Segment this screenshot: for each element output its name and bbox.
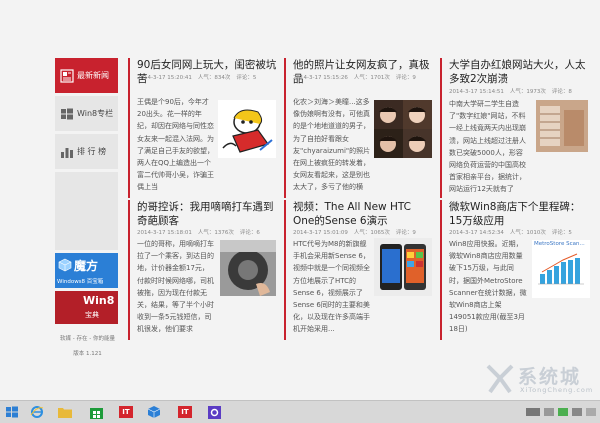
slogan-text: 软媒 - 存在 - 你的能量 — [60, 336, 115, 342]
sidebar-item-win8-column[interactable]: Win8专栏 — [55, 96, 118, 131]
article-title: 90后女同网上玩大，闺密被坑苦 — [137, 59, 277, 85]
article-date: 2014-3-17 14:52:34 — [449, 230, 504, 236]
article-summary: 化农＞刘海＞美瞳...这多像伪娘啊有没有，可他真的是个地地道道的男子，为了自拍好… — [293, 98, 371, 192]
bar-chart-icon — [60, 145, 74, 159]
article-views: 人气：1376次 — [197, 230, 234, 236]
internet-explorer-button[interactable] — [27, 403, 47, 421]
article-views: 人气：1701次 — [353, 75, 390, 81]
article-views: 人气：834次 — [197, 75, 231, 81]
article-meta: 2014-3-17 15:15:26 人气：1701次 评论：9 — [293, 73, 422, 81]
article-thumbnail — [220, 240, 276, 296]
article-thumbnail — [374, 238, 432, 296]
tile-title: 魔方 — [74, 259, 99, 273]
article-meta: 2014-3-17 14:52:34 人气：1010次 评论：5 — [449, 228, 578, 236]
file-explorer-button[interactable] — [55, 403, 75, 421]
article-card[interactable]: 视频：The All New HTC One的Sense 6演示 2014-3-… — [284, 200, 436, 340]
sidebar-item-label: 排 行 榜 — [77, 147, 107, 156]
tile-title: Win8 — [83, 294, 115, 307]
article-thumbnail — [218, 100, 276, 158]
article-comments: 评论：6 — [239, 230, 260, 236]
article-comments: 评论：9 — [395, 75, 416, 81]
version-text: 版本 1.121 — [73, 351, 102, 357]
network-icon[interactable] — [558, 408, 568, 416]
mofang-app-tile[interactable]: 魔方 Windows8 百宝箱 — [55, 253, 118, 288]
store-button[interactable] — [86, 403, 106, 421]
watermark-text: 系统城 — [518, 366, 582, 388]
article-summary: HTC代号为M8的新旗舰手机会采用新Sense 6，视频中就是一个同视频全方位地… — [293, 240, 370, 334]
article-thumbnail: MetroStore Scan... — [532, 240, 590, 298]
article-card[interactable]: 90后女同网上玩大，闺密被坑苦 2014-3-17 15:20:41 人气：834… — [128, 58, 280, 198]
article-summary: 一位的哥称，用嘀嘀打车拉了一个乘客，到达目的地，计价器金额17元，付款时时候网络… — [137, 240, 214, 334]
article-comments: 评论：8 — [551, 89, 572, 95]
site-watermark: 系统城 XiTongCheng.com — [480, 360, 600, 400]
article-card[interactable]: 微软Win8商店下个里程碑：15万级应用 2014-3-17 14:52:34 人… — [440, 200, 592, 340]
keyboard-icon[interactable] — [526, 408, 540, 416]
tile-subtitle: Windows8 百宝箱 — [57, 279, 104, 285]
article-meta: 2014-3-17 15:20:41 人气：834次 评论：5 — [137, 73, 262, 81]
article-meta: 2014-3-17 15:18:01 人气：1376次 评论：6 — [137, 228, 266, 236]
store-icon — [89, 407, 103, 419]
windows-logo-icon — [60, 107, 74, 121]
settings-icon — [207, 405, 221, 419]
taskbar: IT IT — [0, 400, 600, 423]
article-comments: 评论：5 — [551, 230, 572, 236]
article-title: 他的照片让女网友疯了，真极品 — [293, 59, 430, 85]
article-views: 人气：1973次 — [509, 89, 546, 95]
article-date: 2014-3-17 15:14:51 — [449, 89, 504, 95]
article-comments: 评论：5 — [236, 75, 257, 81]
win8-guide-tile[interactable]: Win8 宝典 — [55, 291, 118, 324]
article-card[interactable]: 他的照片让女网友疯了，真极品 2014-3-17 15:15:26 人气：1701… — [284, 58, 436, 198]
sidebar-item-label: Win8专栏 — [77, 109, 114, 118]
system-tray — [522, 405, 596, 419]
start-button[interactable] — [2, 403, 22, 421]
cube-icon — [147, 406, 161, 418]
article-summary: 中南大学研二学生自造了"数字红娘"网站，不料一经上线竟两天内出现崩溃，网站上线超… — [449, 100, 526, 194]
article-card[interactable]: 的哥控诉：我用嘀嘀打车遇到奇葩顾客 2014-3-17 15:18:01 人气：1… — [128, 200, 280, 340]
app-window: 最新新闻 Win8专栏 排 行 榜 魔方 Windows8 百宝箱 Win8 宝… — [0, 0, 600, 400]
article-card[interactable]: 大学自办红娘网站大火，人太多致2次崩溃 2014-3-17 15:14:51 人气… — [440, 58, 592, 198]
tile-subtitle: 宝典 — [85, 311, 99, 319]
settings-button[interactable] — [204, 403, 224, 421]
article-thumbnail — [374, 100, 432, 158]
article-title: 大学自办红娘网站大火，人太多致2次崩溃 — [449, 59, 586, 85]
article-meta: 2014-3-17 15:14:51 人气：1973次 评论：8 — [449, 87, 578, 95]
sidebar-item-ranking[interactable]: 排 行 榜 — [55, 134, 118, 169]
battery-icon[interactable] — [586, 408, 596, 416]
article-date: 2014-3-17 15:20:41 — [137, 75, 192, 81]
sidebar-blank-area — [55, 172, 118, 250]
windows-logo-icon — [6, 406, 18, 418]
folder-icon — [58, 408, 72, 418]
ie-icon — [30, 406, 44, 418]
watermark-url: XiTongCheng.com — [520, 386, 594, 394]
cube-icon — [58, 258, 72, 272]
article-summary: 王偶是个90后，今年才20出头。花一样的年纪，却因在网络与同性恋女友来一起混入法… — [137, 98, 214, 192]
ithome-button[interactable]: IT — [116, 403, 136, 421]
ithome-icon: IT — [119, 406, 133, 418]
article-comments: 评论：9 — [395, 230, 416, 236]
watermark-logo-icon — [486, 364, 514, 394]
sidebar-item-label: 最新新闻 — [77, 71, 109, 80]
article-date: 2014-3-17 15:01:09 — [293, 230, 348, 236]
action-center-icon[interactable] — [544, 408, 554, 416]
ruanmei-icon: IT — [178, 406, 192, 418]
article-title: 的哥控诉：我用嘀嘀打车遇到奇葩顾客 — [137, 201, 274, 227]
volume-icon[interactable] — [572, 408, 582, 416]
article-summary: Win8应用快报。近期，微软Win8商店应用数量破下15万级，与此同时，据国外M… — [449, 240, 527, 334]
article-views: 人气：1065次 — [353, 230, 390, 236]
ruanmei-button[interactable]: IT — [175, 403, 195, 421]
article-title: 微软Win8商店下个里程碑：15万级应用 — [449, 201, 581, 227]
article-meta: 2014-3-17 15:01:09 人气：1065次 评论：9 — [293, 228, 422, 236]
mofang-button[interactable] — [144, 403, 164, 421]
article-thumbnail — [536, 100, 588, 152]
newspaper-icon — [60, 68, 74, 83]
article-title: 视频：The All New HTC One的Sense 6演示 — [293, 201, 411, 227]
article-date: 2014-3-17 15:15:26 — [293, 75, 348, 81]
sidebar-item-latest-news[interactable]: 最新新闻 — [55, 58, 118, 93]
article-views: 人气：1010次 — [509, 230, 546, 236]
article-date: 2014-3-17 15:18:01 — [137, 230, 192, 236]
